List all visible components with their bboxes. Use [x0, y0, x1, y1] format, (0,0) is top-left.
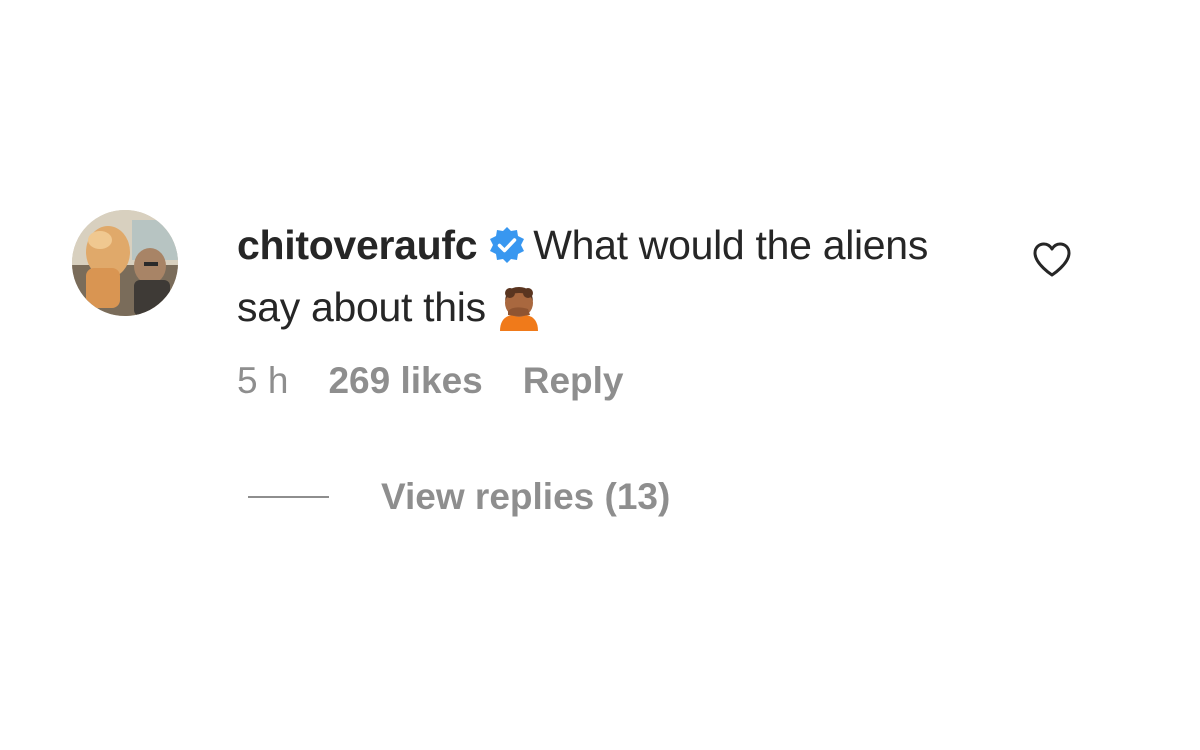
reply-button[interactable]: Reply [523, 360, 624, 402]
comment-body: chitoveraufc What would the aliens say ab… [237, 214, 937, 338]
avatar-image [72, 210, 178, 316]
avatar[interactable] [72, 210, 178, 316]
view-replies-label: View replies (13) [381, 476, 671, 517]
comment-username[interactable]: chitoveraufc [237, 222, 478, 268]
verified-badge-icon [487, 220, 527, 263]
comment-meta: 5 h 269 likes Reply [237, 360, 624, 402]
replies-divider [248, 496, 329, 498]
comment-likes[interactable]: 269 likes [328, 360, 482, 402]
view-replies-button[interactable]: View replies (13) [248, 476, 670, 518]
comment-time: 5 h [237, 360, 289, 401]
comment-item: chitoveraufc What would the aliens say ab… [0, 0, 1200, 750]
heart-outline-icon[interactable] [1031, 240, 1073, 280]
person-face-palming-emoji [494, 281, 544, 331]
